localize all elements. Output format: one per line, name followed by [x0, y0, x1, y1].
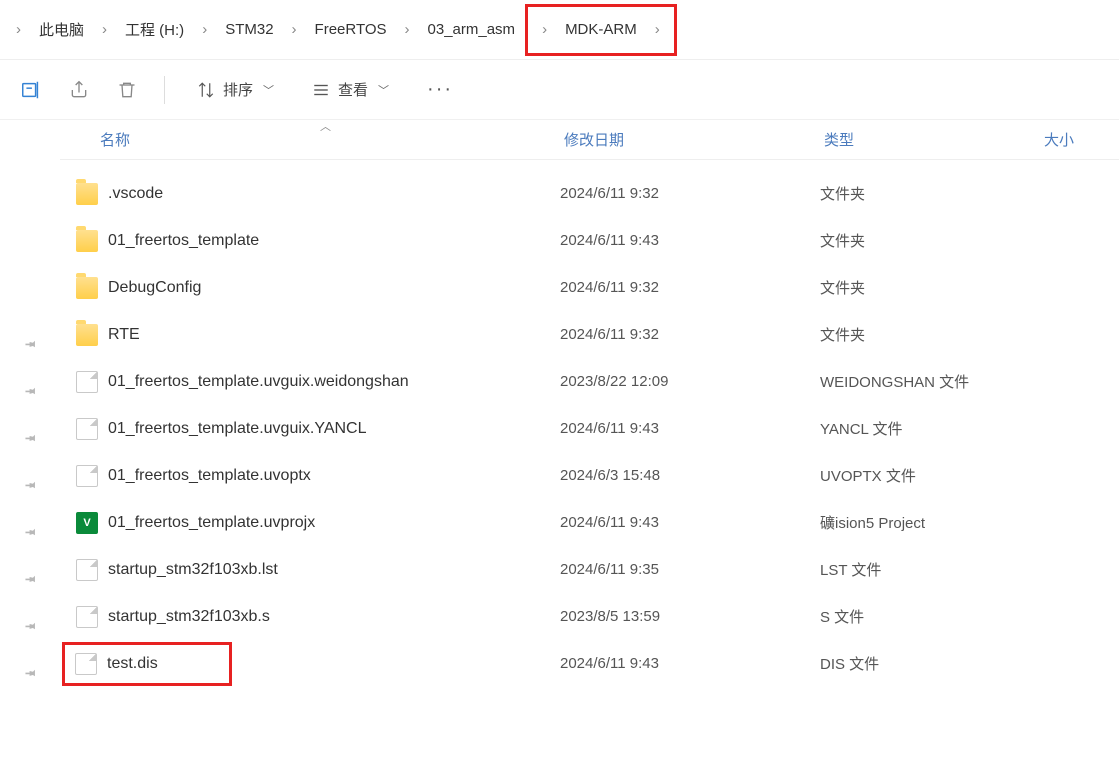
file-date: 2023/8/5 13:59: [560, 608, 820, 625]
folder-icon: [76, 277, 98, 299]
folder-icon: [76, 230, 98, 252]
project-icon: V: [76, 512, 98, 534]
file-row[interactable]: RTE 2024/6/11 9:32文件夹: [60, 311, 1119, 358]
delete-icon[interactable]: [116, 79, 138, 101]
file-date: 2024/6/11 9:43: [560, 232, 820, 249]
highlight-annotation: test.dis: [62, 642, 232, 686]
pin-icon[interactable]: [0, 649, 60, 696]
separator: [164, 76, 165, 104]
file-icon: [76, 371, 98, 393]
breadcrumb: › 此电脑 › 工程 (H:) › STM32 › FreeRTOS › 03_…: [0, 0, 1119, 60]
header-type[interactable]: 类型: [820, 121, 1040, 158]
quick-access-pins: [0, 120, 60, 779]
file-type: 文件夹: [820, 183, 1040, 204]
view-label: 查看: [338, 79, 368, 100]
sort-button[interactable]: 排序 ﹀: [191, 75, 280, 104]
more-button[interactable]: ···: [421, 74, 459, 105]
file-type: 礦ision5 Project: [820, 512, 1040, 533]
file-row[interactable]: 01_freertos_template.uvguix.weidongshan 2…: [60, 358, 1119, 405]
breadcrumb-item[interactable]: MDK-ARM: [559, 17, 643, 42]
chevron-right-icon[interactable]: ›: [194, 21, 215, 38]
pin-icon[interactable]: [0, 461, 60, 508]
file-type: LST 文件: [820, 559, 1040, 580]
file-date: 2024/6/3 15:48: [560, 467, 820, 484]
file-name: startup_stm32f103xb.s: [108, 608, 270, 626]
share-icon[interactable]: [68, 79, 90, 101]
file-date: 2024/6/11 9:32: [560, 326, 820, 343]
breadcrumb-item[interactable]: STM32: [219, 17, 279, 42]
chevron-down-icon: ﹀: [378, 82, 389, 98]
pin-icon[interactable]: [0, 367, 60, 414]
file-type: S 文件: [820, 606, 1040, 627]
pin-icon[interactable]: [0, 555, 60, 602]
file-name: 01_freertos_template.uvguix.YANCL: [108, 420, 367, 438]
header-size[interactable]: 大小: [1040, 121, 1119, 158]
file-name: 01_freertos_template: [108, 232, 259, 250]
file-row[interactable]: 01_freertos_template.uvoptx 2024/6/3 15:4…: [60, 452, 1119, 499]
folder-icon: [76, 183, 98, 205]
file-name: RTE: [108, 326, 140, 344]
file-row[interactable]: .vscode 2024/6/11 9:32文件夹: [60, 170, 1119, 217]
file-name: startup_stm32f103xb.lst: [108, 561, 278, 579]
file-date: 2024/6/11 9:43: [560, 514, 820, 531]
breadcrumb-item[interactable]: FreeRTOS: [309, 17, 393, 42]
file-row[interactable]: DebugConfig 2024/6/11 9:32文件夹: [60, 264, 1119, 311]
file-date: 2024/6/11 9:35: [560, 561, 820, 578]
header-name[interactable]: 名称: [60, 121, 560, 158]
pin-icon[interactable]: [0, 508, 60, 555]
file-date: 2024/6/11 9:43: [560, 420, 820, 437]
rename-icon[interactable]: [20, 79, 42, 101]
file-row[interactable]: startup_stm32f103xb.lst 2024/6/11 9:35LST…: [60, 546, 1119, 593]
file-type: 文件夹: [820, 230, 1040, 251]
file-name: test.dis: [107, 655, 158, 673]
chevron-right-icon[interactable]: ›: [8, 21, 29, 38]
toolbar: 排序 ﹀ 查看 ﹀ ···: [0, 60, 1119, 120]
chevron-right-icon[interactable]: ›: [534, 21, 555, 38]
file-type: 文件夹: [820, 277, 1040, 298]
file-name: 01_freertos_template.uvoptx: [108, 467, 311, 485]
chevron-right-icon[interactable]: ›: [94, 21, 115, 38]
pin-icon[interactable]: [0, 414, 60, 461]
file-row[interactable]: 01_freertos_template 2024/6/11 9:43文件夹: [60, 217, 1119, 264]
file-icon: [76, 465, 98, 487]
file-row[interactable]: V 01_freertos_template.uvprojx 2024/6/11 9…: [60, 499, 1119, 546]
file-date: 2024/6/11 9:43: [560, 655, 820, 672]
breadcrumb-item[interactable]: 03_arm_asm: [422, 17, 522, 42]
file-icon: [76, 418, 98, 440]
file-date: 2024/6/11 9:32: [560, 279, 820, 296]
chevron-right-icon[interactable]: ›: [397, 21, 418, 38]
view-button[interactable]: 查看 ﹀: [306, 75, 395, 104]
file-name: DebugConfig: [108, 279, 201, 297]
file-row[interactable]: 01_freertos_template.uvguix.YANCL 2024/6/…: [60, 405, 1119, 452]
file-type: YANCL 文件: [820, 418, 1040, 439]
file-name: .vscode: [108, 185, 163, 203]
file-type: DIS 文件: [820, 653, 1040, 674]
file-row[interactable]: startup_stm32f103xb.s 2023/8/5 13:59S 文件: [60, 593, 1119, 640]
chevron-right-icon[interactable]: ›: [284, 21, 305, 38]
column-headers: ︿ 名称 修改日期 类型 大小: [60, 120, 1119, 160]
file-type: UVOPTX 文件: [820, 465, 1040, 486]
file-date: 2023/8/22 12:09: [560, 373, 820, 390]
sort-label: 排序: [223, 79, 253, 100]
header-date[interactable]: 修改日期: [560, 121, 820, 158]
sort-indicator-icon: ︿: [320, 118, 331, 134]
chevron-down-icon: ﹀: [263, 82, 274, 98]
pin-icon[interactable]: [0, 602, 60, 649]
breadcrumb-item[interactable]: 工程 (H:): [119, 15, 190, 44]
file-type: 文件夹: [820, 324, 1040, 345]
file-list: .vscode2024/6/11 9:32文件夹01_freertos_temp…: [60, 160, 1119, 687]
file-type: WEIDONGSHAN 文件: [820, 371, 1040, 392]
file-icon: [75, 653, 97, 675]
breadcrumb-item[interactable]: 此电脑: [33, 15, 90, 44]
file-icon: [76, 559, 98, 581]
chevron-right-icon[interactable]: ›: [647, 21, 668, 38]
folder-icon: [76, 324, 98, 346]
file-row[interactable]: test.dis 2024/6/11 9:43DIS 文件: [60, 640, 1119, 687]
file-name: 01_freertos_template.uvprojx: [108, 514, 315, 532]
file-name: 01_freertos_template.uvguix.weidongshan: [108, 373, 409, 391]
file-icon: [76, 606, 98, 628]
pin-icon[interactable]: [0, 320, 60, 367]
highlight-annotation: › MDK-ARM ›: [525, 4, 677, 56]
file-date: 2024/6/11 9:32: [560, 185, 820, 202]
